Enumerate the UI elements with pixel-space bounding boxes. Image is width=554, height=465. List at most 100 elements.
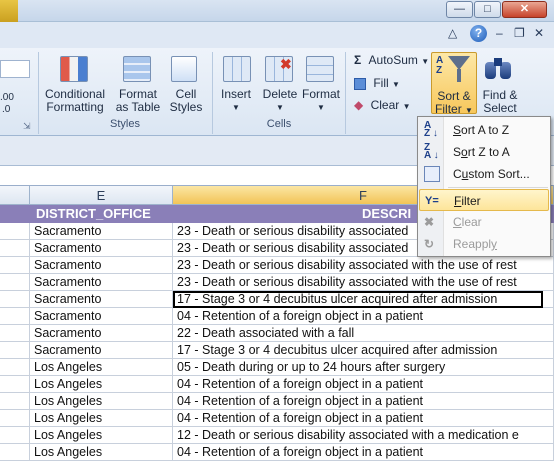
cell-description[interactable]: 04 - Retention of a foreign object in a …	[173, 393, 554, 410]
format-icon	[306, 56, 334, 82]
sort-filter-button[interactable]: AZ Sort & Filter ▼	[431, 52, 477, 116]
cell-d[interactable]	[0, 410, 30, 427]
cell-d[interactable]	[0, 308, 30, 325]
cell-d[interactable]	[0, 223, 30, 240]
format-as-table-button[interactable]: Format as Table	[110, 88, 166, 114]
menu-item-sort-z-to-a[interactable]: ZA ↓ Sort Z to A	[419, 141, 549, 163]
filter-icon: Y=	[425, 195, 439, 207]
cell-styles-button[interactable]: Cell Styles	[164, 88, 208, 114]
workbook-restore-icon[interactable]: ❐	[514, 26, 525, 40]
cell-d[interactable]	[0, 359, 30, 376]
format-as-table-icon	[123, 56, 151, 82]
fill-icon	[354, 77, 366, 90]
conditional-formatting-icon	[60, 56, 88, 82]
fill-label: Fill	[373, 76, 389, 90]
cell-district-office[interactable]: Los Angeles	[30, 359, 173, 376]
cell-district-office[interactable]: Sacramento	[30, 223, 173, 240]
cell-d[interactable]	[0, 427, 30, 444]
cell-d[interactable]	[0, 376, 30, 393]
table-row: Sacramento 17 - Stage 3 or 4 decubitus ul…	[0, 342, 554, 359]
menu-item-filter[interactable]: Y= Filter	[419, 189, 549, 211]
cell-d[interactable]	[0, 257, 30, 274]
conditional-formatting-button[interactable]: Conditional Formatting	[42, 88, 108, 114]
delete-chevron-icon: ▼	[276, 103, 284, 112]
fill-button[interactable]: Fill ▼	[354, 76, 400, 90]
cell-description[interactable]: 04 - Retention of a foreign object in a …	[173, 308, 554, 325]
minimize-icon[interactable]: —	[446, 1, 473, 18]
filter-label: Filter	[454, 194, 481, 208]
sort-filter-label-2: Filter ▼	[435, 102, 473, 116]
header-district-office[interactable]: DISTRICT_OFFICE	[32, 205, 172, 223]
cell-district-office[interactable]: Los Angeles	[30, 376, 173, 393]
table-row: Sacramento 22 - Death associated with a f…	[0, 325, 554, 342]
number-format-dropdown[interactable]	[0, 60, 30, 78]
cell-district-office[interactable]: Los Angeles	[30, 410, 173, 427]
autosum-button[interactable]: Σ AutoSum ▼	[354, 53, 429, 67]
sort-filter-icon: AZ	[436, 56, 472, 84]
cell-description[interactable]: 23 - Death or serious disability associa…	[173, 257, 554, 274]
cell-d[interactable]	[0, 291, 30, 308]
cell-district-office[interactable]: Sacramento	[30, 325, 173, 342]
clear-button[interactable]: ◆ Clear ▼	[354, 98, 411, 112]
sort-filter-chevron-icon: ▼	[465, 106, 473, 115]
workbook-close-icon[interactable]: ✕	[534, 26, 544, 40]
menu-item-custom-sort[interactable]: Custom Sort...	[419, 163, 549, 185]
insert-button[interactable]: Insert ▼	[214, 88, 258, 114]
cell-d[interactable]	[0, 274, 30, 291]
delete-button[interactable]: Delete ▼	[258, 88, 302, 114]
group-separator	[38, 52, 39, 134]
delete-x-icon: ✖	[280, 56, 292, 72]
cell-description[interactable]: 04 - Retention of a foreign object in a …	[173, 376, 554, 393]
menu-item-clear: ✖ Clear	[419, 211, 549, 233]
autosum-label: AutoSum	[368, 53, 418, 67]
decrease-decimal-label[interactable]: .0	[2, 104, 10, 115]
cell-district-office[interactable]: Sacramento	[30, 240, 173, 257]
cell-description[interactable]: 04 - Retention of a foreign object in a …	[173, 410, 554, 427]
cell-district-office[interactable]: Sacramento	[30, 342, 173, 359]
cell-description[interactable]: 17 - Stage 3 or 4 decubitus ulcer acquir…	[173, 342, 554, 359]
cell-d[interactable]	[0, 444, 30, 461]
format-label: Format	[301, 87, 340, 101]
autosum-chevron-icon: ▼	[421, 57, 430, 66]
cell-description[interactable]: 22 - Death associated with a fall	[173, 325, 554, 342]
cell-description[interactable]: 05 - Death during or up to 24 hours afte…	[173, 359, 554, 376]
cell-description[interactable]: 12 - Death or serious disability associa…	[173, 427, 554, 444]
workbook-minimize-icon[interactable]: –	[496, 26, 503, 40]
sort-a-to-z-icon: AZ ↓	[424, 120, 438, 139]
column-header-e[interactable]: E	[30, 186, 173, 205]
cell-district-office[interactable]: Sacramento	[30, 257, 173, 274]
cell-d[interactable]	[0, 325, 30, 342]
menu-item-reapply: ↻ Reapply	[419, 233, 549, 255]
number-dialog-launcher-icon[interactable]: ⇲	[23, 121, 31, 132]
sort-z-to-a-icon: ZA ↓	[424, 142, 439, 161]
column-header-d[interactable]	[0, 186, 30, 205]
maximize-icon[interactable]: □	[474, 1, 501, 18]
insert-icon	[223, 56, 251, 82]
cell-district-office[interactable]: Sacramento	[30, 308, 173, 325]
menu-item-sort-a-to-z[interactable]: AZ ↓ Sort A to Z	[419, 119, 549, 141]
table-row: Los Angeles 04 - Retention of a foreign o…	[0, 393, 554, 410]
close-icon[interactable]: ✕	[502, 1, 547, 18]
format-button[interactable]: Format ▼	[300, 88, 342, 114]
cell-d[interactable]	[0, 393, 30, 410]
cell-district-office[interactable]: Sacramento	[30, 291, 173, 308]
ribbon-collapse-icon[interactable]: △	[448, 26, 457, 40]
delete-label: Delete	[262, 87, 298, 101]
binoculars-icon	[485, 56, 513, 80]
cell-district-office[interactable]: Sacramento	[30, 274, 173, 291]
cell-district-office[interactable]: Los Angeles	[30, 393, 173, 410]
cell-district-office[interactable]: Los Angeles	[30, 444, 173, 461]
clear-filter-label: Clear	[453, 215, 482, 229]
fill-chevron-icon: ▼	[392, 80, 400, 89]
format-as-table-label-2: as Table	[115, 100, 161, 114]
cell-d[interactable]	[0, 342, 30, 359]
active-cell-outline	[173, 291, 543, 308]
increase-decimal-label[interactable]: .00	[0, 92, 14, 103]
cell-description[interactable]: 23 - Death or serious disability associa…	[173, 274, 554, 291]
cell-description[interactable]: 04 - Retention of a foreign object in a …	[173, 444, 554, 461]
cell-d[interactable]	[0, 240, 30, 257]
help-icon[interactable]: ?	[470, 25, 487, 42]
menu-separator	[448, 187, 548, 188]
cell-district-office[interactable]: Los Angeles	[30, 427, 173, 444]
insert-label: Insert	[220, 87, 251, 101]
